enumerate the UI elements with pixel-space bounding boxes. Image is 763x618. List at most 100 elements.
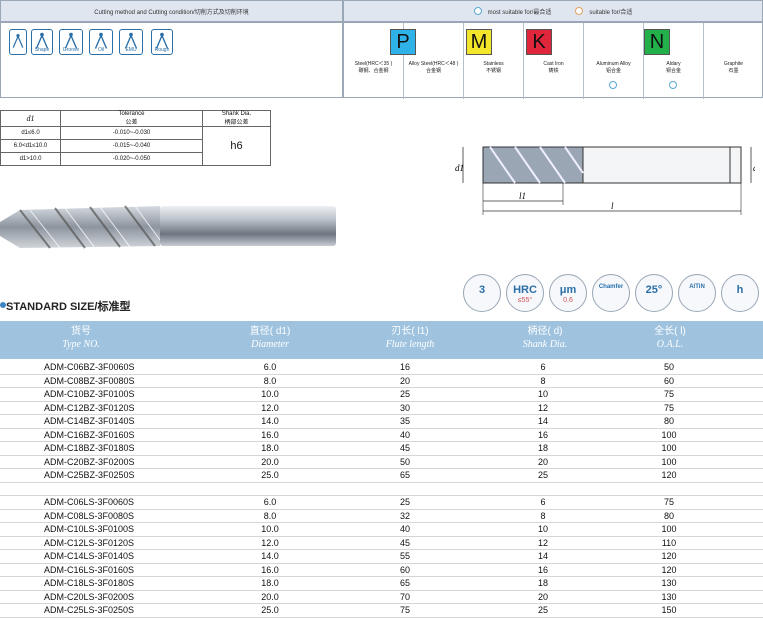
shank-dia-cell: 20 <box>537 591 548 602</box>
table-row: ADM-C12LS-3F0120S 12.0 45 12 110 <box>0 537 763 550</box>
type-no-cell: ADM-C06BZ-3F0060S <box>44 362 135 372</box>
shank-dia-cell: 18 <box>537 578 548 588</box>
diameter-cell: 14.0 <box>261 551 279 561</box>
table-row: ADM-C18BZ-3F0180S 18.0 45 18 100 <box>0 442 763 456</box>
drawing-l-label: l <box>611 201 614 211</box>
material-label: Aluminum Alloy 铝合金 <box>596 61 631 74</box>
material-column: Alloy Steel(HRC＜48 ) 合金钢 <box>404 23 464 99</box>
drawing-d-label: d <box>753 163 755 173</box>
diameter-cell: 10.0 <box>261 524 279 534</box>
flute-length-cell: 60 <box>399 564 410 575</box>
oal-cell: 75 <box>663 497 674 507</box>
diameter-cell: 25.0 <box>261 605 279 615</box>
material-label: Alloy Steel(HRC＜48 ) 合金钢 <box>408 61 459 74</box>
tol-header-d1: d1 <box>0 110 61 127</box>
column-header-en: Type NO. <box>62 339 100 350</box>
diameter-cell: 12.0 <box>261 402 279 413</box>
material-column: P Steel(HRC＜35 ) 碳钢、合金钢 <box>344 23 416 99</box>
micro-subtext: 0.6 <box>563 297 573 304</box>
diameter-cell: 14.0 <box>261 416 279 426</box>
oal-cell: 100 <box>661 443 677 453</box>
table-row: ADM-C10LS-3F0100S 10.0 40 10 100 <box>0 523 763 537</box>
standard-table-header: 货号 Type NO. 直径( d1) Diameter 刃长( l1) Flute le… <box>0 321 763 359</box>
material-column: N Aldary 铜合金 <box>644 23 704 99</box>
coating-text: AlTiN <box>689 284 705 290</box>
material-label: Graphite 石墨 <box>723 61 744 74</box>
shank-dia-cell: 25 <box>537 470 548 480</box>
coating-icon: AlTiN <box>678 274 716 312</box>
flute-length-cell: 35 <box>399 416 410 426</box>
oal-cell: 130 <box>661 591 677 602</box>
table-row <box>0 483 763 496</box>
type-no-cell: ADM-C10LS-3F0100S <box>44 524 135 534</box>
shank-dia-cell: 12 <box>537 402 548 413</box>
drawing-d1-label: d1 <box>455 163 464 173</box>
groove-icon: Groove <box>59 29 83 55</box>
column-header-cn: 直径( d1) <box>249 326 291 337</box>
flute-length-cell: 32 <box>399 510 410 521</box>
flute-length-cell: 40 <box>399 429 410 440</box>
table-row: ADM-C14BZ-3F0140S 14.0 35 14 80 <box>0 415 763 429</box>
type-no-cell: ADM-C25BZ-3F0250S <box>44 470 135 480</box>
table-row: ADM-C16LS-3F0160S 16.0 60 16 120 <box>0 564 763 577</box>
tol-shank-value: h6 <box>202 126 271 166</box>
suitability-legend: most suitable for/最合适 suitable for/合适 <box>343 0 763 22</box>
column-header-en: Shank Dia. <box>522 339 568 350</box>
table-row: ADM-C25BZ-3F0250S 25.0 65 25 120 <box>0 469 763 483</box>
diameter-cell: 20.0 <box>261 456 279 467</box>
material-label: Cast Iron 铸铁 <box>543 61 564 74</box>
column-header-cn: 全长( l) <box>654 326 686 337</box>
micro-icon: μm 0.6 <box>549 274 587 312</box>
tol-value: -0.015~-0.040 <box>60 139 203 153</box>
diameter-cell: 6.0 <box>263 497 277 507</box>
cutting-condition-panel: Shape Groove Oil EMU Rough <box>0 22 343 98</box>
material-column: K Cast Iron 铸铁 <box>524 23 584 99</box>
shank-dia-cell: 10 <box>537 524 548 534</box>
table-row: ADM-C16BZ-3F0160S 16.0 40 16 100 <box>0 429 763 442</box>
suitable-label: suitable for/合适 <box>589 9 633 16</box>
flute-length-cell: 25 <box>399 497 410 507</box>
cutting-method-label: Cutting method and Cutting condition/切削方… <box>94 9 249 16</box>
diameter-cell: 6.0 <box>263 362 277 372</box>
shank-dia-cell: 12 <box>537 537 548 548</box>
oal-cell: 100 <box>661 456 677 467</box>
column-header-en: O.A.L. <box>656 339 684 350</box>
rough-icon: Rough <box>151 29 173 55</box>
flute-length-cell: 45 <box>399 537 410 548</box>
material-letter-k: K <box>526 29 552 55</box>
type-no-cell: ADM-C14LS-3F0140S <box>44 551 135 561</box>
oil-icon: Oil <box>89 29 113 55</box>
diameter-cell: 16.0 <box>261 429 279 440</box>
diameter-cell: 25.0 <box>261 470 279 480</box>
most-suitable-label: most suitable for/最合适 <box>487 9 552 16</box>
hrc-text: HRC <box>513 284 537 296</box>
flute-length-cell: 75 <box>399 605 410 615</box>
shank-dia-cell: 8 <box>540 375 546 386</box>
cutting-method-header: Cutting method and Cutting condition/切削方… <box>0 0 343 22</box>
type-no-cell: ADM-C14BZ-3F0140S <box>44 416 135 426</box>
table-row: ADM-C12BZ-3F0120S 12.0 30 12 75 <box>0 402 763 415</box>
type-no-cell: ADM-C06LS-3F0060S <box>44 497 135 507</box>
emu-label: EMU <box>125 47 137 53</box>
flute-length-cell: 25 <box>399 389 410 399</box>
flute-length-cell: 55 <box>399 551 410 561</box>
oal-cell: 60 <box>663 375 674 386</box>
flute-length-cell: 65 <box>399 470 410 480</box>
type-no-cell: ADM-C08BZ-3F0080S <box>44 375 135 386</box>
tol-value: -0.010~-0.030 <box>60 126 203 140</box>
column-header-cn: 货号 <box>71 326 91 337</box>
oal-cell: 100 <box>661 429 677 440</box>
material-column: Aluminum Alloy 铝合金 <box>584 23 644 99</box>
diameter-cell: 8.0 <box>263 510 277 521</box>
shank-dia-cell: 18 <box>537 443 548 453</box>
shank-dia-cell: 25 <box>537 605 548 615</box>
hrc-icon: HRC ≤55° <box>506 274 544 312</box>
column-header: 直径( d1) Diameter <box>215 325 325 351</box>
flute-length-cell: 20 <box>399 375 410 386</box>
tol-header-shank-cn: 柄部公差 <box>224 120 249 126</box>
type-no-cell: ADM-C20LS-3F0200S <box>44 591 135 602</box>
table-row: ADM-C18LS-3F0180S 18.0 65 18 130 <box>0 577 763 591</box>
table-row: ADM-C20BZ-3F0200S 20.0 50 20 100 <box>0 456 763 469</box>
material-column: Graphite 石墨 <box>704 23 763 99</box>
type-no-cell: ADM-C12BZ-3F0120S <box>44 402 135 413</box>
